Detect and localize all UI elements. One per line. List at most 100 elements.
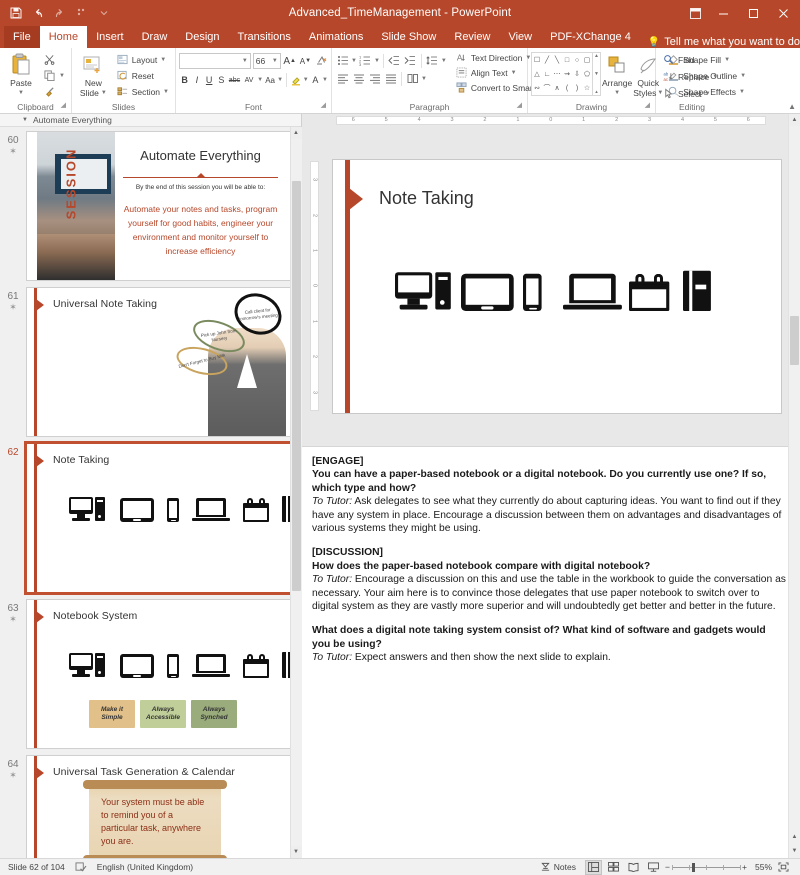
new-slide-button[interactable]: New Slide ▼	[75, 50, 112, 98]
shapes-gallery[interactable]: ☐ ╱ ╲ □ ○ ▢ △ ∟ ⋯ ⇝ ⇩ ⬠ ∾ ⌒ ∧ () ☆	[531, 52, 593, 96]
slide-thumbnail-63[interactable]: Notebook System Make it Simple Always Ac…	[26, 599, 291, 749]
shapes-gallery-scroll[interactable]: ▲ ▼ ▴	[593, 52, 601, 96]
select-button[interactable]: Select ▼	[659, 86, 721, 101]
align-left-button[interactable]	[335, 71, 350, 86]
notebook-icon[interactable]	[683, 270, 711, 311]
text-highlight-button[interactable]	[290, 72, 302, 88]
change-case-button[interactable]: Aa	[264, 72, 276, 88]
chevron-down-icon[interactable]: ▼	[739, 89, 745, 95]
zoom-level[interactable]: 55%	[750, 862, 772, 872]
tab-file[interactable]: File	[4, 26, 40, 48]
chevron-down-icon[interactable]: ▼	[614, 88, 620, 98]
chevron-down-icon[interactable]: ▼	[22, 117, 28, 123]
editing-pane-scrollbar[interactable]: ▲ ▲ ▼	[788, 114, 800, 858]
scroll-up-icon[interactable]: ▲	[788, 114, 800, 126]
slide-thumbnail-62[interactable]: Note Taking	[24, 441, 293, 595]
shape-pentagon-icon[interactable]: ⬠	[582, 67, 592, 81]
zoom-in-button[interactable]: +	[742, 862, 747, 872]
tab-design[interactable]: Design	[176, 26, 228, 48]
scroll-down-icon[interactable]: ▼	[290, 846, 302, 858]
shape-line-icon[interactable]: ╱	[542, 53, 552, 67]
format-painter-button[interactable]	[40, 84, 68, 99]
increase-font-size-button[interactable]: A ▲	[283, 53, 297, 69]
chevron-down-icon[interactable]: ▼	[712, 74, 718, 80]
chevron-down-icon[interactable]: ▼	[594, 71, 599, 77]
tablet-icon[interactable]	[461, 273, 514, 311]
bullets-button[interactable]	[335, 53, 350, 68]
tab-pdf-xchange[interactable]: PDF-XChange 4	[541, 26, 640, 48]
shape-rounded-rect-icon[interactable]: ▢	[582, 53, 592, 67]
chevron-down-icon[interactable]: ▼	[322, 77, 328, 83]
slide-thumbnail-60[interactable]: SESSION Automate Everything By the end o…	[26, 131, 291, 281]
chevron-down-icon[interactable]: ▼	[511, 70, 517, 76]
text-shadow-button[interactable]: S	[216, 72, 227, 88]
chevron-down-icon[interactable]: ▼	[242, 58, 248, 64]
shape-arc-icon[interactable]: ∧	[552, 81, 562, 95]
notes-toggle-button[interactable]: Notes	[540, 862, 576, 872]
slide-show-icon[interactable]	[645, 860, 662, 875]
increase-indent-button[interactable]	[403, 53, 418, 68]
undo-icon[interactable]	[28, 3, 48, 23]
chevron-down-icon[interactable]: ▼	[101, 88, 107, 98]
slide-title[interactable]: Note Taking	[379, 188, 474, 209]
strikethrough-button[interactable]: abc	[228, 72, 241, 88]
chevron-down-icon[interactable]: ▼	[272, 58, 278, 64]
smartphone-icon[interactable]	[523, 273, 542, 311]
dialog-launcher-icon[interactable]: ◢	[645, 100, 650, 112]
tell-me-search[interactable]: 💡 Tell me what you want to do	[640, 36, 800, 48]
calendar-icon[interactable]	[629, 273, 670, 311]
language-indicator[interactable]: English (United Kingdom)	[97, 862, 193, 872]
chevron-down-icon[interactable]: ▼	[374, 58, 380, 64]
chevron-down-icon[interactable]: ▼	[257, 77, 263, 83]
scrollbar-thumb[interactable]	[291, 181, 301, 592]
align-right-button[interactable]	[367, 71, 382, 86]
tab-home[interactable]: Home	[39, 26, 88, 48]
line-spacing-button[interactable]	[425, 53, 440, 68]
desktop-computer-icon[interactable]	[395, 271, 454, 311]
slide-thumbnail-61[interactable]: Universal Note Taking Call client for to…	[26, 287, 291, 437]
list-item[interactable]: 62 Note Taking	[0, 441, 301, 599]
bold-button[interactable]: B	[179, 72, 190, 88]
more-shapes-icon[interactable]: ▴	[595, 89, 598, 95]
tab-review[interactable]: Review	[445, 26, 499, 48]
list-item[interactable]: 61 ✶ Universal Note Taking Call client f…	[0, 287, 301, 443]
shape-down-arrow-icon[interactable]: ⇩	[572, 67, 582, 81]
chevron-down-icon[interactable]: ▼	[160, 57, 166, 63]
notes-pane[interactable]: [ENGAGE] You can have a paper-based note…	[302, 446, 800, 858]
zoom-track[interactable]	[671, 862, 742, 872]
italic-button[interactable]: I	[191, 72, 202, 88]
shape-elbow-icon[interactable]: ∟	[542, 67, 552, 81]
minimize-icon[interactable]	[708, 0, 738, 26]
zoom-out-button[interactable]: −	[665, 862, 670, 872]
collapse-ribbon-icon[interactable]: ▲	[788, 102, 796, 111]
chevron-down-icon[interactable]: ▼	[18, 88, 24, 98]
shape-star-icon[interactable]: ☆	[582, 81, 592, 95]
normal-view-icon[interactable]	[585, 859, 602, 875]
chevron-down-icon[interactable]: ▼	[351, 58, 357, 64]
dialog-launcher-icon[interactable]: ◢	[61, 100, 66, 112]
laptop-icon[interactable]	[563, 273, 622, 310]
slide-thumbnail-64[interactable]: Universal Task Generation & Calendar You…	[26, 755, 291, 858]
chevron-down-icon[interactable]: ▼	[421, 76, 427, 82]
decrease-font-size-button[interactable]: A ▼	[299, 53, 313, 69]
shape-triangle-icon[interactable]: △	[532, 67, 542, 81]
paste-button[interactable]: Paste ▼	[3, 50, 39, 98]
font-name-input[interactable]: ▼	[179, 53, 251, 69]
tab-view[interactable]: View	[499, 26, 541, 48]
shape-right-brace-icon[interactable]: )	[572, 81, 582, 95]
cut-button[interactable]	[40, 52, 68, 67]
proofing-icon[interactable]	[75, 862, 87, 872]
chevron-down-icon[interactable]: ▼	[441, 58, 447, 64]
scrollbar-track[interactable]	[789, 126, 800, 830]
font-color-button[interactable]: A	[310, 72, 321, 88]
align-center-button[interactable]	[351, 71, 366, 86]
replace-button[interactable]: ab ac Replace ▼	[659, 69, 721, 84]
layout-button[interactable]: Layout ▼	[113, 52, 172, 67]
dialog-launcher-icon[interactable]: ◢	[321, 100, 326, 112]
shape-left-brace-icon[interactable]: (	[562, 81, 572, 95]
thumbnail-pane-scrollbar[interactable]: ▲ ▼	[290, 127, 302, 858]
fit-slide-icon[interactable]	[775, 860, 792, 875]
current-slide[interactable]: Note Taking	[332, 158, 782, 414]
scroll-up-icon[interactable]: ▲	[290, 127, 302, 139]
chevron-down-icon[interactable]: ▼	[303, 77, 309, 83]
